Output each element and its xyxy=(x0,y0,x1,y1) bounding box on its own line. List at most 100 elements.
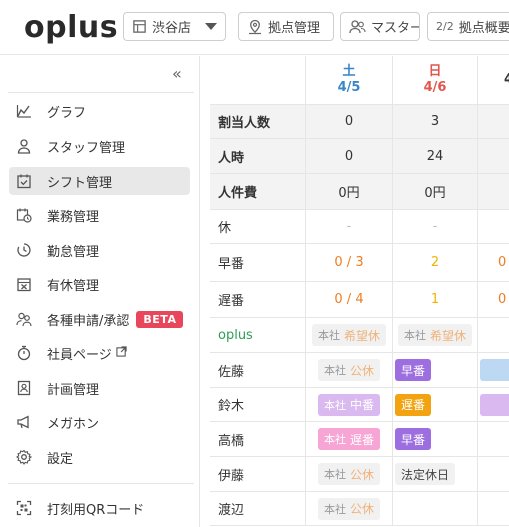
late-count-cell: 0 xyxy=(478,282,509,318)
shift-pill[interactable]: 遅番 xyxy=(395,393,432,416)
shift-pill[interactable] xyxy=(480,359,509,381)
sidebar-divider xyxy=(8,483,194,484)
sidebar-item-shift[interactable]: シフト管理 xyxy=(9,167,190,195)
row-label-manhours: 人時 xyxy=(210,139,306,174)
grid-corner xyxy=(210,56,306,105)
shift-cell[interactable] xyxy=(478,353,509,388)
group-cell[interactable]: 本社 希望休 xyxy=(393,318,478,353)
row-label-late: 遅番 xyxy=(210,282,306,318)
clock-icon xyxy=(15,241,33,259)
group-cell[interactable]: 本社 希望休 xyxy=(306,318,393,353)
day-date: 4 xyxy=(504,72,509,87)
store-selector[interactable]: 渋谷店 xyxy=(123,12,226,41)
group-label[interactable]: oplus xyxy=(210,318,306,353)
sidebar-item-label: 計画管理 xyxy=(47,382,100,398)
late-count-cell: 0 / 4 xyxy=(306,282,393,318)
staff-name[interactable]: 伊藤 xyxy=(210,457,306,492)
shift-cell[interactable]: 法定休日 xyxy=(393,457,478,492)
staff-name[interactable]: 高橋 xyxy=(210,422,306,457)
sidebar-item-label: メガホン xyxy=(47,416,100,432)
id-card-icon xyxy=(15,379,33,397)
staff-name[interactable]: 渡辺 xyxy=(210,492,306,526)
shift-cell[interactable]: 遅番 xyxy=(393,388,478,422)
shift-pill[interactable]: 本社 希望休 xyxy=(311,324,386,346)
row-label-off: 休 xyxy=(210,210,306,244)
sidebar-item-applications[interactable]: 各種申請/承認 BETA xyxy=(9,305,190,333)
cost-cell xyxy=(478,174,509,210)
shift-cell[interactable] xyxy=(478,492,509,526)
off-count-cell xyxy=(478,210,509,244)
chart-icon xyxy=(15,102,33,120)
shift-cell[interactable] xyxy=(478,422,509,457)
shift-cell[interactable] xyxy=(478,388,509,422)
day-header-sat[interactable]: 土 4/5 xyxy=(306,56,393,105)
person-icon xyxy=(15,137,33,155)
master-button[interactable]: マスター xyxy=(340,12,420,41)
sidebar-item-tasks[interactable]: 業務管理 xyxy=(9,201,190,229)
store-icon xyxy=(133,20,146,33)
sidebar-item-qr[interactable]: 打刻用QRコード xyxy=(9,494,190,522)
shift-pill[interactable]: 本社 遅番 xyxy=(317,428,380,450)
sidebar-item-paid-leave[interactable]: 有休管理 xyxy=(9,270,190,298)
shift-cell[interactable]: 本社 中番 xyxy=(306,388,393,422)
shift-pill[interactable]: 本社 希望休 xyxy=(397,324,472,346)
shift-pill[interactable]: 法定休日 xyxy=(395,463,456,485)
shift-pill[interactable] xyxy=(480,393,509,416)
sidebar-item-employee-page[interactable]: 社員ページ xyxy=(9,339,190,367)
people-icon xyxy=(15,310,33,328)
shift-cell[interactable]: 早番 xyxy=(393,422,478,457)
shift-pill[interactable]: 早番 xyxy=(395,428,432,450)
sidebar-item-planning[interactable]: 計画管理 xyxy=(9,374,190,402)
qr-code-icon xyxy=(15,499,33,517)
row-label-headcount: 割当人数 xyxy=(210,105,306,139)
sidebar-item-attendance[interactable]: 勤怠管理 xyxy=(9,236,190,264)
app-logo[interactable]: oplus xyxy=(24,10,118,45)
manhours-cell xyxy=(478,139,509,174)
location-pin-icon xyxy=(249,19,261,34)
shift-cell[interactable] xyxy=(393,492,478,526)
chevron-down-icon xyxy=(205,23,217,30)
kyoten-button[interactable]: 拠点管理 xyxy=(238,12,334,41)
staff-name[interactable]: 鈴木 xyxy=(210,388,306,422)
shift-pill[interactable]: 早番 xyxy=(395,359,432,381)
shift-cell[interactable]: 本社 遅番 xyxy=(306,422,393,457)
calendar-clock-icon xyxy=(15,206,33,224)
sidebar-item-staff[interactable]: スタッフ管理 xyxy=(9,132,190,160)
stopwatch-icon xyxy=(15,344,33,362)
sidebar-item-label: スタッフ管理 xyxy=(47,140,126,156)
calendar-x-icon xyxy=(15,275,33,293)
shift-cell[interactable] xyxy=(478,457,509,492)
shift-pill[interactable]: 本社 公休 xyxy=(317,463,380,485)
shift-pill[interactable]: 本社 公休 xyxy=(317,359,380,381)
sidebar-item-megaphone[interactable]: メガホン xyxy=(9,408,190,436)
day-of-week: 土 xyxy=(342,64,356,79)
staff-name[interactable]: 佐藤 xyxy=(210,353,306,388)
top-header: oplus 渋谷店 拠点管理 マスター 2/2 拠点概要 xyxy=(0,0,509,55)
beta-badge: BETA xyxy=(136,310,184,328)
manhours-cell: 24 xyxy=(393,139,478,174)
day-of-week: 日 xyxy=(428,64,442,79)
sidebar-item-label: 打刻用QRコード xyxy=(47,502,145,518)
day-header-sun[interactable]: 日 4/6 xyxy=(393,56,478,105)
early-count-cell: 0 / 3 xyxy=(306,244,393,282)
megaphone-icon xyxy=(15,413,33,431)
overview-button[interactable]: 2/2 拠点概要 xyxy=(427,12,509,41)
group-cell[interactable] xyxy=(478,318,509,353)
shift-cell[interactable]: 本社 公休 xyxy=(306,353,393,388)
shift-cell[interactable]: 早番 xyxy=(393,353,478,388)
early-count-cell: 2 xyxy=(393,244,478,282)
day-header-next[interactable]: 4 xyxy=(478,56,509,105)
shift-pill[interactable]: 本社 公休 xyxy=(317,497,380,520)
collapse-sidebar-icon[interactable]: « xyxy=(172,64,182,83)
gear-icon xyxy=(15,448,33,466)
late-count-cell: 1 xyxy=(393,282,478,318)
sidebar-item-label: 勤怠管理 xyxy=(47,244,100,260)
fraction-icon: 2/2 xyxy=(436,20,454,33)
sidebar-item-label: 設定 xyxy=(47,451,74,467)
shift-pill[interactable]: 本社 中番 xyxy=(317,393,380,416)
shift-cell[interactable]: 本社 公休 xyxy=(306,492,393,526)
shift-cell[interactable]: 本社 公休 xyxy=(306,457,393,492)
sidebar-item-settings[interactable]: 設定 xyxy=(9,443,190,471)
day-date: 4/6 xyxy=(423,80,447,95)
sidebar-item-graph[interactable]: グラフ xyxy=(9,97,190,125)
